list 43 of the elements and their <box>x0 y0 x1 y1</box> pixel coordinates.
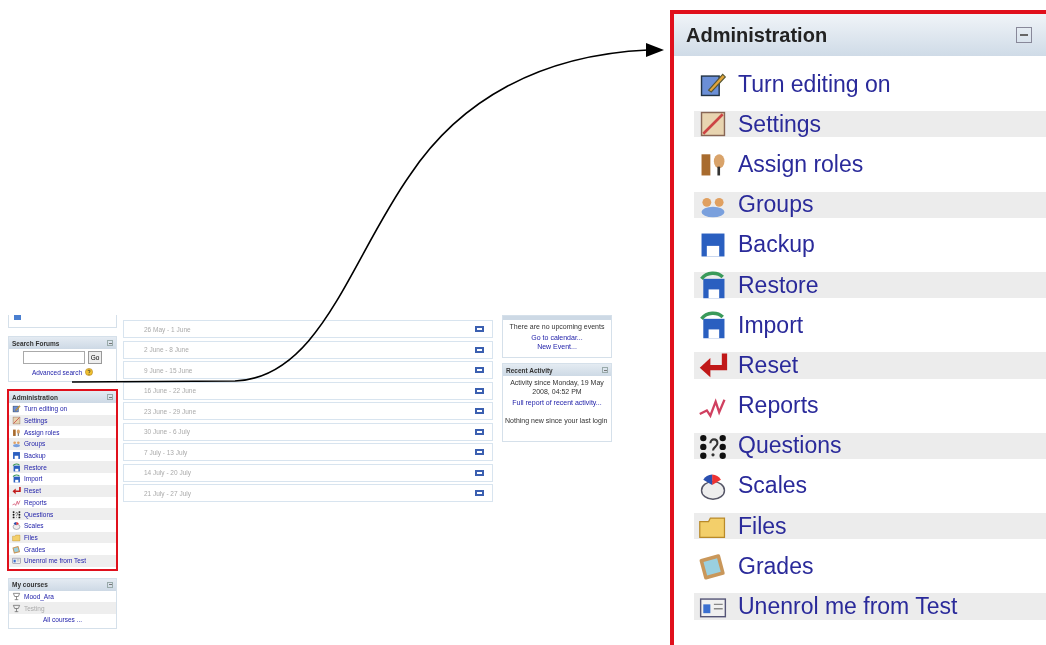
folder-icon <box>12 532 21 542</box>
panel-title: Administration <box>686 23 828 47</box>
admin-link[interactable]: Grades <box>738 552 814 580</box>
admin-link[interactable]: Groups <box>738 191 814 219</box>
collapse-icon[interactable] <box>475 346 484 353</box>
figures-icon <box>12 427 21 437</box>
admin-link[interactable]: Assign roles <box>738 150 864 178</box>
return-arrow-icon <box>12 486 21 496</box>
admin-link[interactable]: Turn editing on <box>738 70 891 98</box>
collapse-icon[interactable] <box>1016 27 1032 43</box>
people-icon <box>12 439 21 449</box>
admin-link[interactable]: Scales <box>738 472 808 500</box>
collapse-icon[interactable] <box>475 469 484 476</box>
admin-link[interactable]: Settings <box>738 110 822 138</box>
zigzag-line-icon <box>12 497 21 507</box>
collapse-icon[interactable] <box>475 326 484 332</box>
collapse-icon[interactable] <box>107 394 113 400</box>
help-icon[interactable] <box>85 368 94 376</box>
admin-link[interactable]: Reports <box>738 392 819 420</box>
clipboard-icon <box>698 551 728 582</box>
admin-link[interactable]: Files <box>738 512 787 540</box>
admin-link[interactable]: Import <box>738 311 804 339</box>
collapse-icon[interactable] <box>107 340 113 346</box>
collapse-icon[interactable] <box>475 387 484 394</box>
collapse-icon[interactable] <box>475 490 484 496</box>
collapse-icon[interactable] <box>475 449 484 455</box>
collapse-icon[interactable] <box>475 367 484 373</box>
question-mark-icon <box>12 509 21 519</box>
collapse-icon[interactable] <box>475 428 484 435</box>
pie-icon <box>12 521 21 531</box>
collapse-icon[interactable] <box>602 367 608 374</box>
admin-link[interactable]: Reset <box>738 351 799 379</box>
list-icon <box>14 315 21 320</box>
picture-icon <box>12 416 21 426</box>
admin-link[interactable]: Restore <box>738 271 819 299</box>
collapse-icon[interactable] <box>475 408 484 414</box>
cup-icon <box>12 591 21 601</box>
pencil-icon <box>12 404 21 414</box>
clipboard-icon <box>12 544 21 554</box>
search-field[interactable] <box>22 351 85 364</box>
admin-link[interactable]: Backup <box>738 231 815 259</box>
collapse-icon[interactable] <box>107 581 113 588</box>
cup-icon <box>12 603 21 613</box>
